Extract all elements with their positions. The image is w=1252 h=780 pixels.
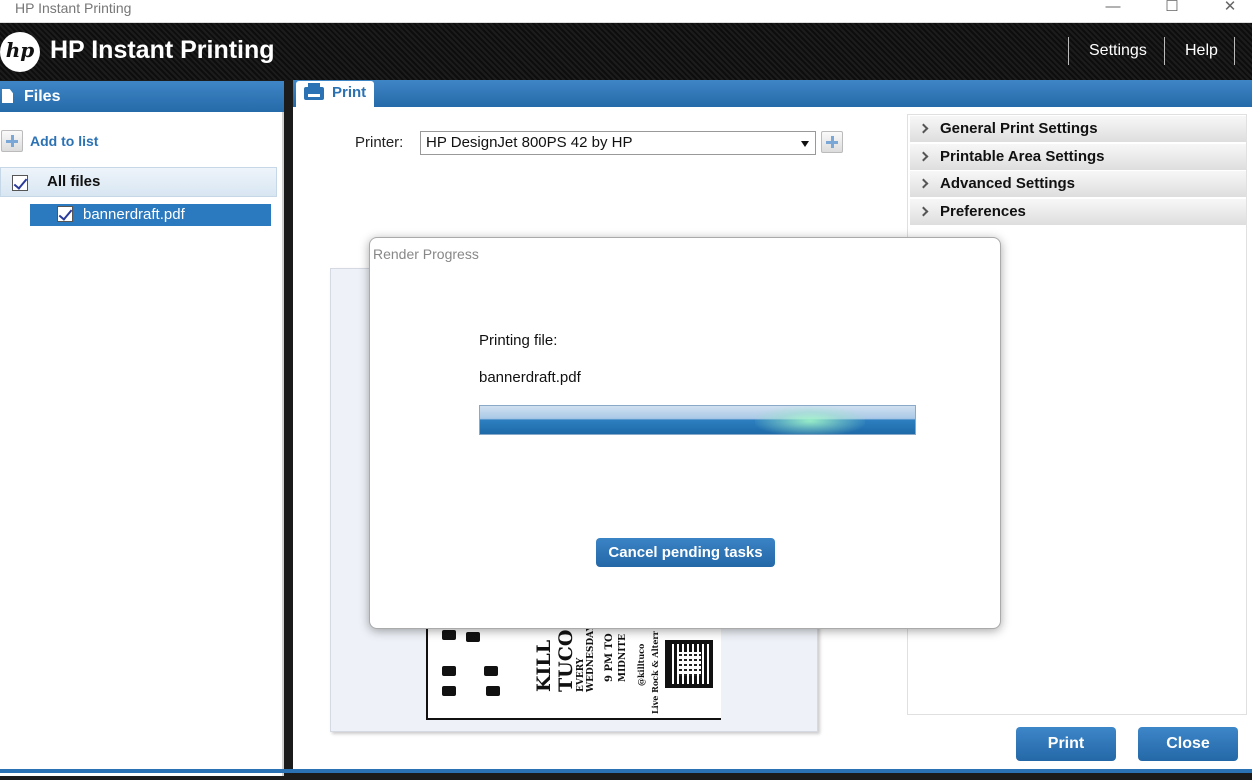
files-panel: Files Add to list All files bannerdraft.… xyxy=(0,81,284,776)
file-name: bannerdraft.pdf xyxy=(83,206,185,223)
app-title: HP Instant Printing xyxy=(50,36,275,64)
printer-select-value: HP DesignJet 800PS 42 by HP xyxy=(426,134,633,151)
general-print-settings-section[interactable]: General Print Settings xyxy=(910,116,1246,142)
window-title: HP Instant Printing xyxy=(15,0,132,16)
settings-link[interactable]: Settings xyxy=(1068,37,1167,65)
tab-print[interactable]: Print xyxy=(296,81,374,107)
close-icon[interactable]: ✕ xyxy=(1207,0,1252,16)
alien-icon xyxy=(484,666,498,676)
files-panel-title: Files xyxy=(24,88,61,105)
chevron-right-icon xyxy=(918,206,929,217)
section-label: General Print Settings xyxy=(940,120,1098,137)
dialog-title: Render Progress xyxy=(373,246,479,262)
chevron-right-icon xyxy=(918,123,929,134)
hp-logo-icon: hp xyxy=(0,32,40,72)
render-progress-dialog: Render Progress Printing file: bannerdra… xyxy=(369,237,1001,629)
poster-text: MIDNITE xyxy=(618,634,628,682)
poster-text: KILL xyxy=(533,639,555,692)
help-link[interactable]: Help xyxy=(1164,37,1235,65)
preferences-section[interactable]: Preferences xyxy=(910,199,1246,225)
add-printer-button[interactable] xyxy=(821,131,843,153)
close-button[interactable]: Close xyxy=(1138,727,1238,761)
cancel-pending-tasks-button[interactable]: Cancel pending tasks xyxy=(596,538,775,567)
alien-icon xyxy=(442,686,456,696)
printing-file-name: bannerdraft.pdf xyxy=(479,369,581,386)
files-panel-header: Files xyxy=(0,81,284,112)
printing-file-label: Printing file: xyxy=(479,332,558,349)
alien-icon xyxy=(442,666,456,676)
list-item[interactable]: bannerdraft.pdf xyxy=(30,204,271,226)
alien-icon xyxy=(442,630,456,640)
progress-glow xyxy=(755,406,865,434)
poster-text: 9 PM TO xyxy=(604,633,615,682)
progress-bar xyxy=(479,405,916,435)
plus-icon xyxy=(1,130,23,152)
poster-text: TUCO xyxy=(555,629,577,692)
all-files-label: All files xyxy=(47,173,101,190)
poster-text: @killtuco xyxy=(636,643,646,686)
chevron-right-icon xyxy=(918,151,929,162)
alien-icon xyxy=(486,686,500,696)
file-checkbox[interactable] xyxy=(57,206,73,222)
file-icon xyxy=(2,89,13,103)
advanced-settings-section[interactable]: Advanced Settings xyxy=(910,171,1246,197)
section-label: Preferences xyxy=(940,203,1026,220)
tab-print-label: Print xyxy=(332,84,367,101)
poster-text: WEDNESDAY xyxy=(586,624,596,692)
app-header: hp HP Instant Printing Settings Help xyxy=(0,23,1252,80)
section-label: Advanced Settings xyxy=(940,175,1076,192)
bottom-bar xyxy=(0,769,1252,773)
window-titlebar: HP Instant Printing — ☐ ✕ xyxy=(0,0,1252,23)
section-label: Printable Area Settings xyxy=(940,148,1105,165)
printer-select[interactable]: HP DesignJet 800PS 42 by HP xyxy=(420,131,816,155)
print-button[interactable]: Print xyxy=(1016,727,1116,761)
poster-preview: KILL TUCO EVERY WEDNESDAY 9 PM TO MIDNIT… xyxy=(426,622,721,720)
poster-text: Live Rock & Alterr xyxy=(650,631,660,714)
maximize-icon[interactable]: ☐ xyxy=(1149,0,1195,16)
qr-code-icon xyxy=(665,640,713,688)
minimize-icon[interactable]: — xyxy=(1090,0,1136,16)
printer-label: Printer: xyxy=(355,134,404,151)
all-files-row[interactable]: All files xyxy=(0,167,277,197)
alien-icon xyxy=(466,632,480,642)
printer-icon xyxy=(304,83,324,100)
poster-text: EVERY xyxy=(576,657,586,692)
print-tab-bar xyxy=(293,80,1252,107)
chevron-down-icon xyxy=(801,141,809,147)
all-files-checkbox[interactable] xyxy=(12,175,28,191)
chevron-right-icon xyxy=(918,178,929,189)
add-to-list-label: Add to list xyxy=(30,133,99,149)
printable-area-settings-section[interactable]: Printable Area Settings xyxy=(910,144,1246,170)
